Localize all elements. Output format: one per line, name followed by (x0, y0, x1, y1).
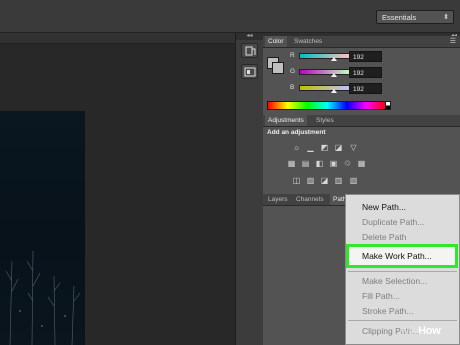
green-slider[interactable] (299, 69, 350, 75)
image-canvas[interactable] (0, 111, 85, 345)
posterize-icon[interactable]: ▨ (306, 176, 315, 185)
watermark-wiki: wiki (401, 325, 419, 337)
black-white-icon[interactable]: ▣ (329, 159, 338, 168)
tab-color[interactable]: Color (265, 36, 287, 47)
green-value-field[interactable]: 192 (349, 67, 382, 78)
tab-styles[interactable]: Styles (313, 115, 337, 126)
properties-tool-icon[interactable] (241, 64, 258, 79)
levels-icon[interactable]: ▁ (306, 143, 315, 152)
black-white-swatch[interactable] (385, 101, 391, 110)
document-area (0, 33, 235, 345)
menu-item-fill-path[interactable]: Fill Path... (346, 289, 459, 303)
night-forest-image (5, 250, 81, 345)
blue-value-field[interactable]: 192 (349, 83, 382, 94)
history-tool-icon[interactable] (241, 43, 258, 58)
menu-item-delete-path[interactable]: Delete Path (346, 230, 459, 244)
menu-item-new-path[interactable]: New Path... (346, 200, 459, 214)
red-slider[interactable] (299, 53, 350, 59)
color-spectrum-bar[interactable] (267, 101, 387, 110)
collapsed-panel-dock: ◂◂ (235, 33, 264, 345)
green-channel-label: G (290, 68, 296, 75)
tab-adjustments[interactable]: Adjustments (265, 115, 307, 126)
chevron-updown-icon: ⬍ (443, 14, 449, 21)
background-color-swatch[interactable] (272, 62, 284, 74)
tab-swatches[interactable]: Swatches (291, 36, 325, 47)
color-panel-tabs: Color Swatches ☰ (263, 36, 460, 48)
menu-separator (348, 320, 457, 321)
invert-icon[interactable]: ◫ (292, 176, 301, 185)
options-bar: Essentials ⬍ (0, 0, 460, 33)
green-slider-thumb[interactable] (331, 73, 337, 77)
blue-slider[interactable] (299, 85, 350, 91)
photo-filter-icon[interactable]: ♲ (343, 159, 352, 168)
paths-context-menu: New Path... Duplicate Path... Delete Pat… (345, 194, 460, 345)
red-slider-thumb[interactable] (331, 57, 337, 61)
menu-item-duplicate-path[interactable]: Duplicate Path... (346, 215, 459, 229)
menu-item-make-work-path[interactable]: Make Work Path... (346, 244, 458, 268)
color-balance-icon[interactable]: ◧ (315, 159, 324, 168)
gradient-map-icon[interactable]: ▥ (334, 176, 343, 185)
brightness-icon[interactable]: ☼ (292, 143, 301, 152)
menu-item-make-selection[interactable]: Make Selection... (346, 274, 459, 288)
selective-color-icon[interactable]: ▧ (349, 176, 358, 185)
wikihow-watermark: wikiHow (401, 325, 441, 337)
red-value-field[interactable]: 192 (349, 51, 382, 62)
workspace-switcher[interactable]: Essentials ⬍ (376, 10, 454, 24)
hue-saturation-icon[interactable]: ▤ (301, 159, 310, 168)
blue-slider-thumb[interactable] (331, 89, 337, 93)
menu-item-stroke-path[interactable]: Stroke Path... (346, 304, 459, 318)
tab-layers[interactable]: Layers (265, 194, 291, 205)
menu-separator (348, 271, 457, 272)
red-channel-label: R (290, 52, 295, 59)
panel-menu-icon[interactable]: ☰ (450, 37, 456, 45)
make-work-path-label: Make Work Path... (362, 251, 432, 261)
vibrance-icon[interactable]: ▦ (287, 159, 296, 168)
threshold-icon[interactable]: ◪ (320, 176, 329, 185)
exposure-icon[interactable]: ◪ (334, 143, 343, 152)
collapse-dock-icon[interactable]: ◂◂ (236, 33, 263, 40)
tab-channels[interactable]: Channels (293, 194, 326, 205)
blue-channel-label: B (290, 84, 295, 91)
workspace-label: Essentials (382, 13, 417, 22)
document-tab-strip (0, 33, 235, 44)
adjustments-panel-tabs: Adjustments Styles (263, 115, 460, 127)
adjustments-heading: Add an adjustment (267, 129, 326, 136)
gradient-triangle-icon[interactable]: ▽ (349, 143, 358, 152)
curves-icon[interactable]: ◩ (320, 143, 329, 152)
channel-mixer-icon[interactable]: ▦ (357, 159, 366, 168)
watermark-how: How (418, 325, 441, 337)
